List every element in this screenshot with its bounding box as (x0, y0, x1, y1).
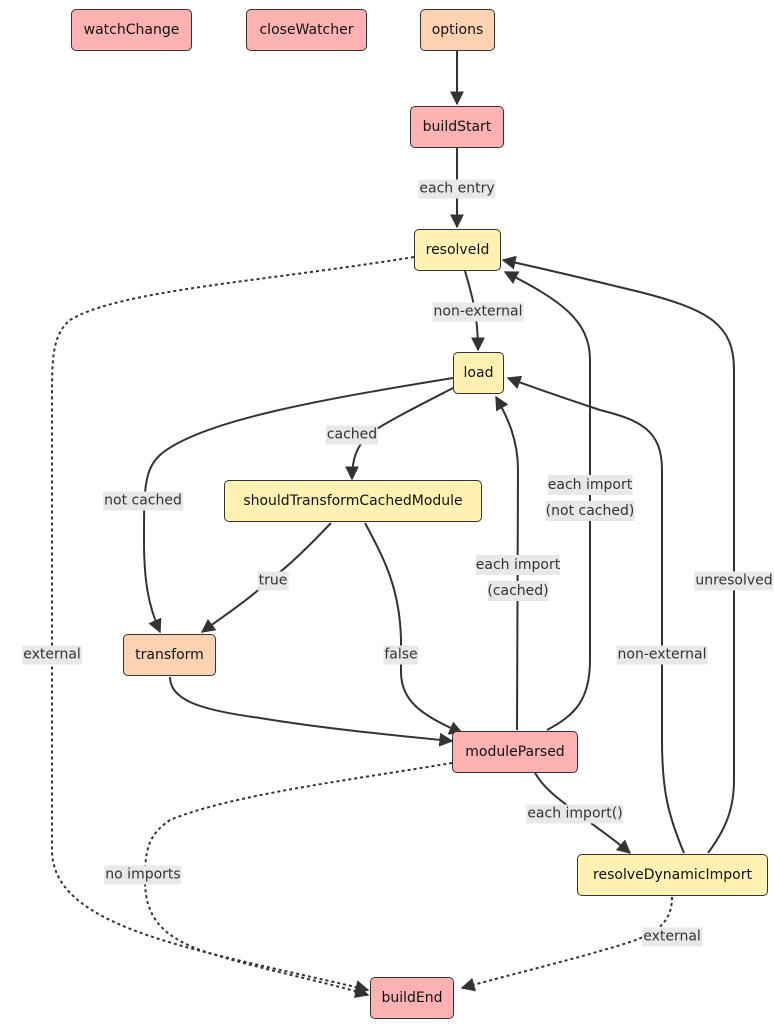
edge-label-false: false (383, 645, 419, 665)
edge-label-each-import-cached-line2: (cached) (487, 581, 549, 601)
node-moduleParsed: moduleParsed (452, 731, 578, 773)
node-shouldTransformCachedModule: shouldTransformCachedModule (224, 480, 482, 522)
edge-label-each-import-cached: each import (cached) (475, 555, 561, 607)
edge-shouldTransform-moduleParsed (364, 522, 464, 735)
edge-label-not-cached: not cached (103, 491, 183, 511)
edge-label-non-external-2: non-external (616, 645, 708, 665)
edge-label-no-imports: no imports (104, 865, 182, 885)
node-watchChange: watchChange (71, 9, 192, 51)
edge-moduleParsed-buildEnd (143, 762, 453, 998)
edge-label-each-import-not-cached-line2: (not cached) (545, 501, 635, 521)
edge-resolveDynamicImport-buildEnd (460, 896, 673, 992)
node-load: load (453, 352, 504, 394)
node-buildStart: buildStart (410, 106, 504, 148)
edge-label-each-import-not-cached-line1: each import (547, 475, 633, 495)
node-resolveDynamicImport: resolveDynamicImport (577, 854, 768, 896)
edge-transform-moduleParsed (169, 676, 454, 747)
edge-label-external-1: external (22, 645, 82, 665)
edge-label-true: true (257, 571, 289, 591)
rollup-build-hooks-diagram: watchChange closeWatcher options buildSt… (0, 0, 774, 1026)
node-resolveId: resolveId (414, 229, 501, 271)
edge-resolveDynamicImport-load (506, 375, 685, 854)
edge-label-cached: cached (325, 425, 379, 445)
edge-label-each-import-cached-line1: each import (475, 555, 561, 575)
edge-label-each-import-dynamic: each import() (526, 804, 624, 824)
edge-label-each-entry: each entry (418, 179, 496, 199)
edge-label-each-import-not-cached: each import (not cached) (545, 475, 636, 527)
node-options: options (420, 9, 495, 51)
edge-label-external-2: external (642, 927, 702, 947)
edge-label-non-external-1: non-external (432, 302, 524, 322)
edge-label-unresolved: unresolved (694, 571, 774, 591)
node-buildEnd: buildEnd (370, 977, 454, 1019)
node-transform: transform (123, 634, 216, 676)
node-closeWatcher: closeWatcher (246, 9, 367, 51)
